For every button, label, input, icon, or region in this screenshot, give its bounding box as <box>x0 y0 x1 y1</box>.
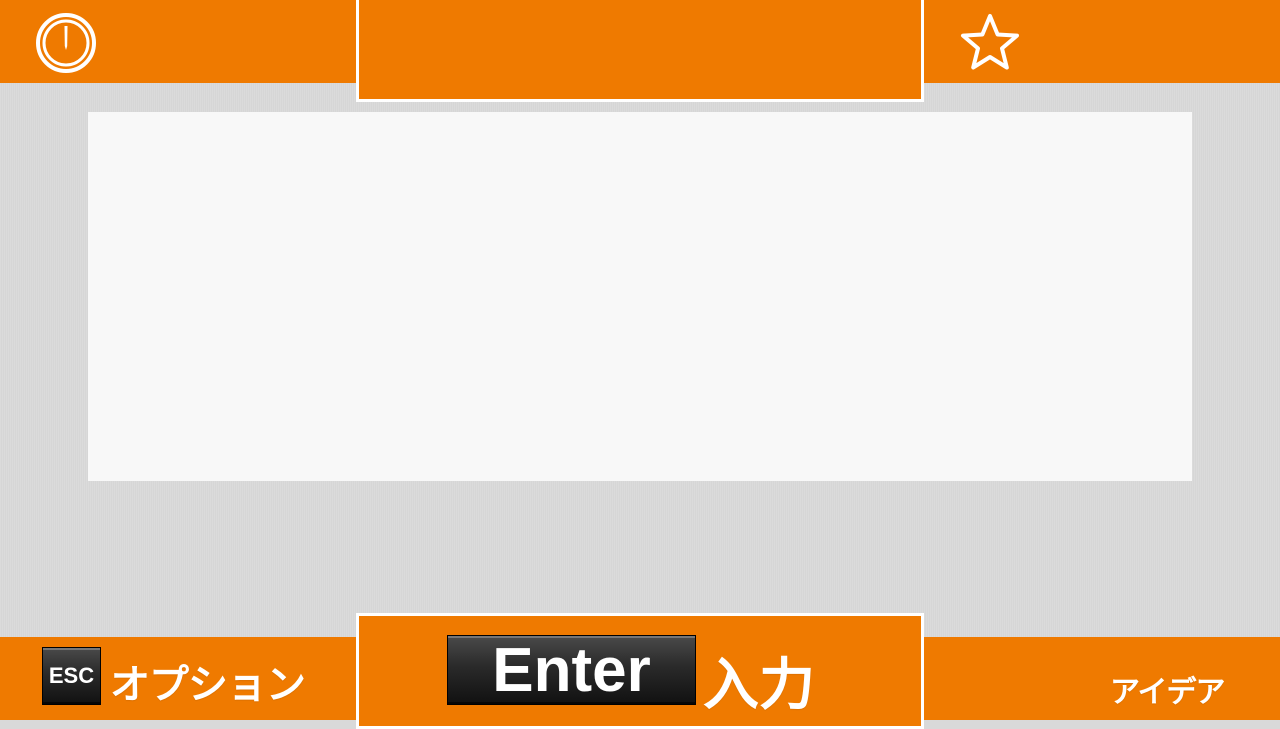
esc-key-button[interactable]: ESC <box>42 647 101 705</box>
idea-button[interactable]: アイデア <box>1110 667 1225 711</box>
star-icon[interactable] <box>958 12 1022 74</box>
options-button[interactable]: オプション <box>110 652 306 710</box>
enter-key-label: Enter <box>492 635 651 705</box>
main-content-panel <box>88 112 1192 481</box>
esc-key-label: ESC <box>48 663 95 688</box>
input-button[interactable]: 入力 <box>703 640 815 721</box>
enter-key-button[interactable]: Enter <box>447 635 696 705</box>
game-screen: ESC オプション Enter 入力 アイデア <box>0 0 1280 729</box>
top-center-title-box <box>356 0 924 102</box>
clock-icon[interactable] <box>35 12 97 74</box>
